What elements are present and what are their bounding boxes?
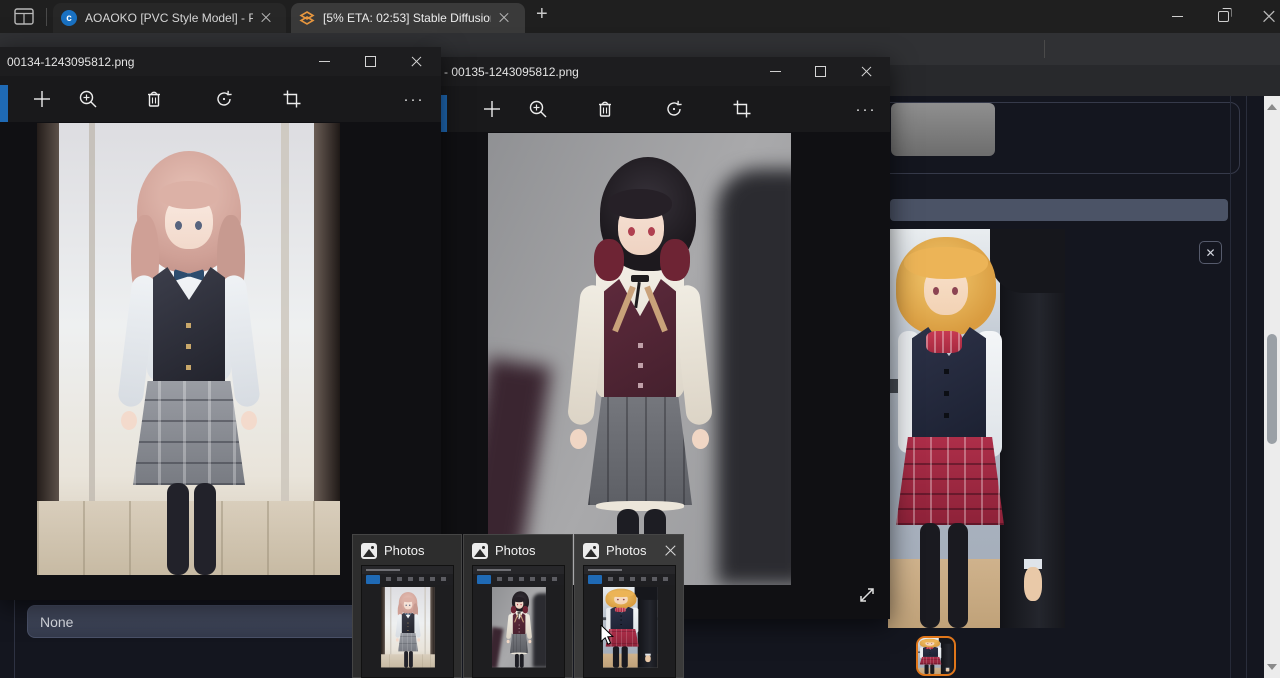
tab-stable-diffusion[interactable]: [5% ETA: 02:53] Stable Diffusion [291,3,525,33]
photos-window-title: - 00135-1243095812.png [437,65,579,79]
sd-divider [1230,96,1231,678]
taskbar-preview-photos-3[interactable]: Photos [574,534,684,678]
taskbar-preview-photos-1[interactable]: Photos [352,534,462,678]
sd-generated-image[interactable] [888,229,1065,628]
sd-generated-image[interactable] [603,587,658,668]
more-options-button[interactable]: ··· [854,97,878,121]
photos-maximize-button[interactable] [348,47,392,76]
tab-title: [5% ETA: 02:53] Stable Diffusion [323,11,491,25]
photos-app-icon [472,543,488,559]
tab-close-icon[interactable] [499,13,509,23]
new-tab-button[interactable]: + [536,3,548,26]
rotate-icon[interactable] [212,87,236,111]
photo-view-area [0,122,441,600]
add-to-icon[interactable] [480,97,504,121]
preview-image [603,587,658,668]
photos-minimize-button[interactable] [753,57,797,86]
browser-restore-button[interactable] [1200,0,1246,33]
page-scrollbar[interactable] [1264,96,1280,678]
delete-icon[interactable] [593,97,617,121]
photos-close-button[interactable] [394,47,438,76]
tab-title: AOAOKO [PVC Style Model] - PV [85,11,253,25]
photo-00134-image[interactable] [37,123,340,575]
desktop-screen: c AOAOKO [PVC Style Model] - PV [5% ETA:… [0,0,1280,678]
add-to-icon[interactable] [30,87,54,111]
tabbar-divider [46,8,47,26]
crop-icon[interactable] [730,97,754,121]
tab-workspaces-icon[interactable] [14,8,34,25]
preview-app-label: Photos [606,543,646,558]
preview-app-label: Photos [384,543,424,558]
photos-app-icon [361,543,377,559]
photos-app-icon [583,543,599,559]
delete-icon[interactable] [142,87,166,111]
scroll-up-arrow[interactable] [1267,104,1277,110]
civitai-favicon: c [61,10,77,26]
preview-thumbnail[interactable] [583,565,676,678]
photo-00135-image[interactable] [492,587,546,667]
sd-generated-image[interactable] [918,638,954,674]
sd-panel-edge [14,600,15,678]
photo-00135-image[interactable] [488,133,791,585]
preview-image [381,587,436,668]
photos-window-00134: 00134-1243095812.png ··· [0,47,441,600]
photos-titlebar[interactable]: - 00135-1243095812.png [437,57,890,86]
zoom-icon[interactable] [76,87,100,111]
scroll-down-arrow[interactable] [1267,664,1277,670]
photos-maximize-button[interactable] [798,57,842,86]
preview-thumbnail[interactable] [472,565,565,678]
taskbar-preview-photos-2[interactable]: Photos [463,534,573,678]
sd-gallery-thumbnail-selected[interactable] [916,636,956,676]
photos-toolbar: ··· [0,76,441,122]
photos-toolbar: ··· [437,86,890,132]
scrollbar-thumb[interactable] [1267,334,1277,444]
sd-lightbox-close-button[interactable]: ✕ [1199,241,1222,264]
photos-minimize-button[interactable] [302,47,346,76]
rotate-icon[interactable] [662,97,686,121]
crop-icon[interactable] [280,87,304,111]
preview-app-label: Photos [495,543,535,558]
browser-close-button[interactable] [1246,0,1280,33]
preview-image [492,587,547,668]
photos-close-button[interactable] [844,57,888,86]
tab-civitai[interactable]: c AOAOKO [PVC Style Model] - PV [53,3,286,33]
sd-gray-button[interactable] [891,103,995,156]
fullscreen-expand-icon[interactable] [856,584,878,606]
sd-divider [1246,96,1247,678]
preview-thumbnail[interactable] [361,565,454,678]
tab-close-icon[interactable] [261,13,271,23]
see-all-photos-accent[interactable] [0,85,8,123]
more-options-button[interactable]: ··· [402,87,426,111]
taskbar-preview-flyout: Photos Photos [352,534,684,678]
browser-minimize-button[interactable] [1154,0,1200,33]
preview-close-button[interactable] [661,541,679,559]
sd-progress-bar [890,199,1228,221]
toolbar-divider [1044,40,1045,58]
browser-tab-bar: c AOAOKO [PVC Style Model] - PV [5% ETA:… [0,0,1280,33]
photo-00134-image[interactable] [381,587,435,667]
photos-titlebar[interactable]: 00134-1243095812.png [0,47,441,76]
photos-window-title: 00134-1243095812.png [0,55,134,69]
zoom-icon[interactable] [526,97,550,121]
gradio-favicon [299,10,315,26]
